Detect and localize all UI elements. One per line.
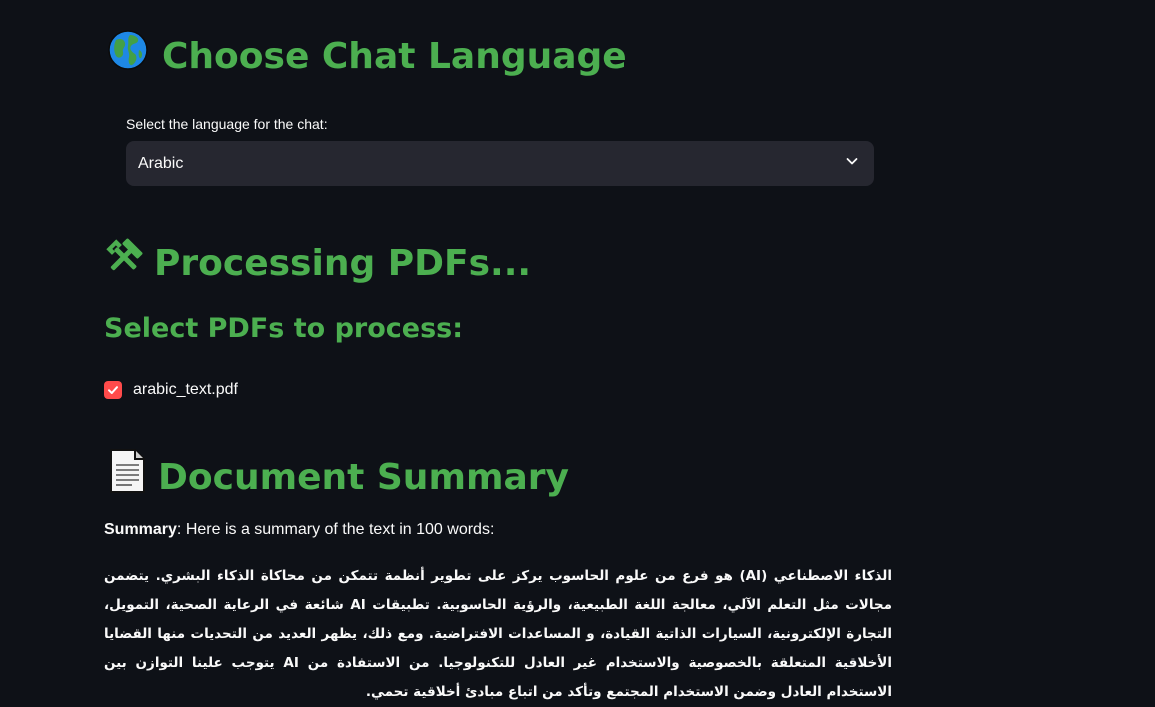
summary-heading: Document Summary — [108, 448, 569, 507]
page-icon — [108, 448, 146, 507]
processing-heading: Processing PDFs... — [104, 237, 531, 290]
language-select-value: Arabic — [138, 154, 184, 172]
checkmark-icon — [108, 386, 118, 394]
language-heading: Choose Chat Language — [108, 30, 627, 83]
pdf-checkbox-row[interactable]: arabic_text.pdf — [104, 378, 238, 402]
summary-intro-text: : Here is a summary of the text in 100 w… — [176, 521, 495, 538]
main-content: Choose Chat Language Select the language… — [0, 0, 1155, 707]
arabic-summary-text: الذكاء الاصطناعي (AI) هو فرع من علوم الح… — [104, 568, 893, 700]
summary-label: Summary — [104, 521, 177, 538]
language-select-label: Select the language for the chat: — [126, 116, 328, 132]
select-pdfs-heading: Select PDFs to process: — [104, 313, 464, 344]
summary-heading-text: Document Summary — [158, 456, 569, 498]
language-select[interactable]: Arabic — [126, 141, 874, 186]
language-select-group: Select the language for the chat: Arabic — [126, 116, 874, 186]
globe-icon — [108, 30, 148, 83]
hammer-wrench-icon — [104, 237, 144, 290]
processing-heading-text: Processing PDFs... — [154, 242, 532, 284]
chevron-down-icon — [844, 153, 860, 174]
pdf-checkbox[interactable] — [104, 381, 122, 399]
pdf-checkbox-label: arabic_text.pdf — [133, 381, 238, 398]
summary-intro: Summary: Here is a summary of the text i… — [104, 518, 494, 542]
language-heading-text: Choose Chat Language — [162, 35, 627, 77]
